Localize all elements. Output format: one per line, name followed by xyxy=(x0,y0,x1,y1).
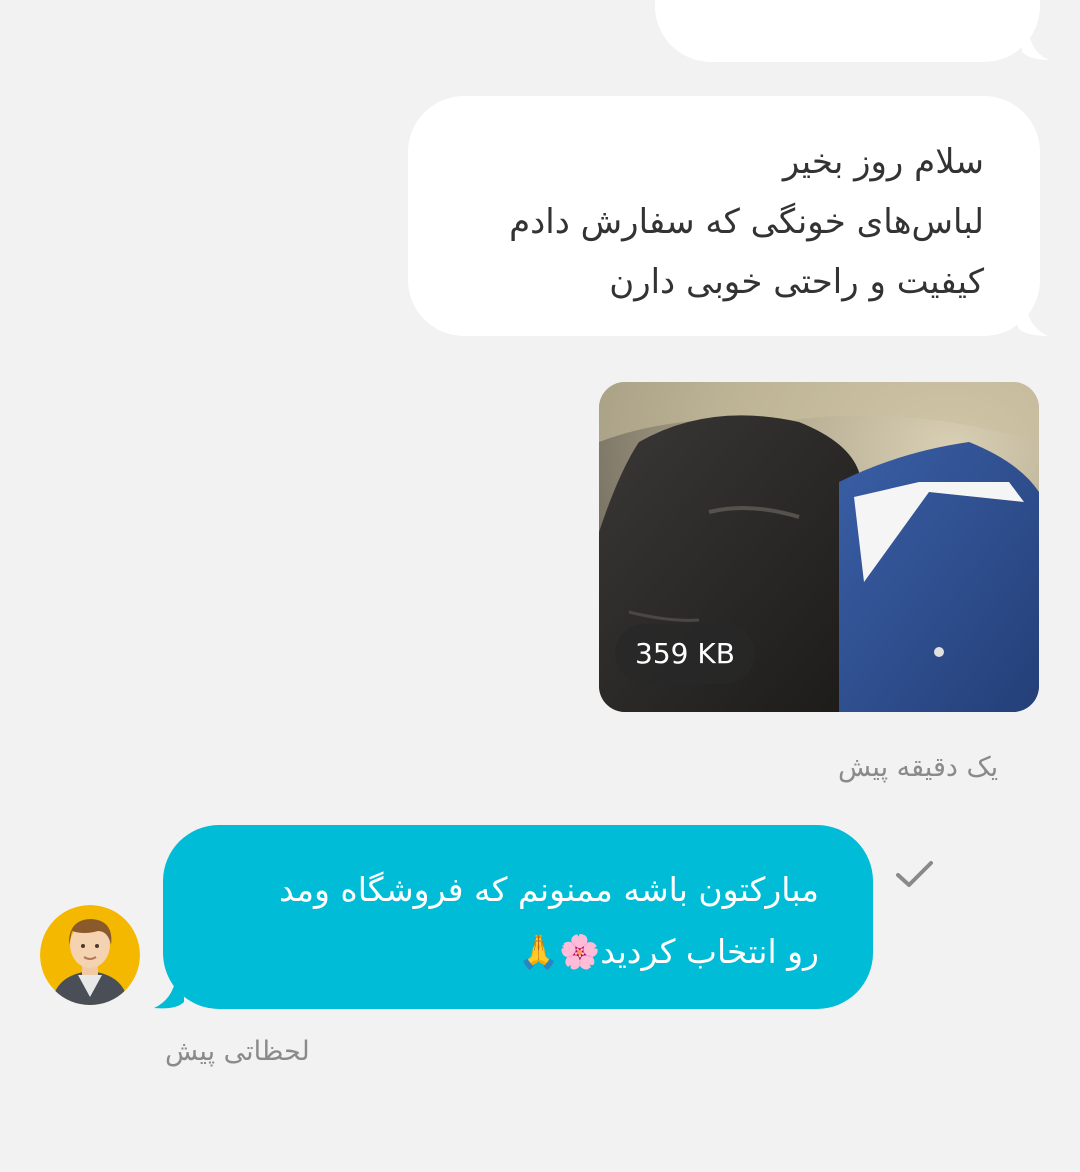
incoming-photo-message[interactable]: 359 KB xyxy=(599,382,1039,712)
incoming-message-bubble-partial[interactable] xyxy=(655,0,1040,62)
message-line: سلام روز بخیر xyxy=(782,142,984,182)
message-line: لباس‌های خونگی که سفارش دادم xyxy=(509,202,984,242)
message-line: رو انتخاب کردید🌸🙏 xyxy=(518,932,819,971)
message-line: مبارکتون باشه ممنونم که فروشگاه ومد xyxy=(279,870,819,909)
outgoing-timestamp: لحظاتی پیش xyxy=(165,1036,310,1067)
incoming-timestamp: یک دقیقه پیش xyxy=(838,752,999,783)
bubble-tail xyxy=(154,978,184,1009)
message-line: کیفیت و راحتی خوبی دارن xyxy=(609,262,984,302)
bubble-tail xyxy=(1022,30,1050,60)
user-avatar-icon xyxy=(40,905,140,1005)
avatar[interactable] xyxy=(40,905,140,1005)
bubble-tail xyxy=(1018,306,1048,336)
incoming-text-message[interactable]: سلام روز بخیر لباس‌های خونگی که سفارش دا… xyxy=(408,96,1040,336)
outgoing-text-message[interactable]: مبارکتون باشه ممنونم که فروشگاه ومد رو ا… xyxy=(163,825,873,1009)
check-icon xyxy=(896,861,933,887)
chat-screen: سلام روز بخیر لباس‌های خونگی که سفارش دا… xyxy=(0,0,1080,1172)
file-size-badge: 359 KB xyxy=(615,624,755,684)
